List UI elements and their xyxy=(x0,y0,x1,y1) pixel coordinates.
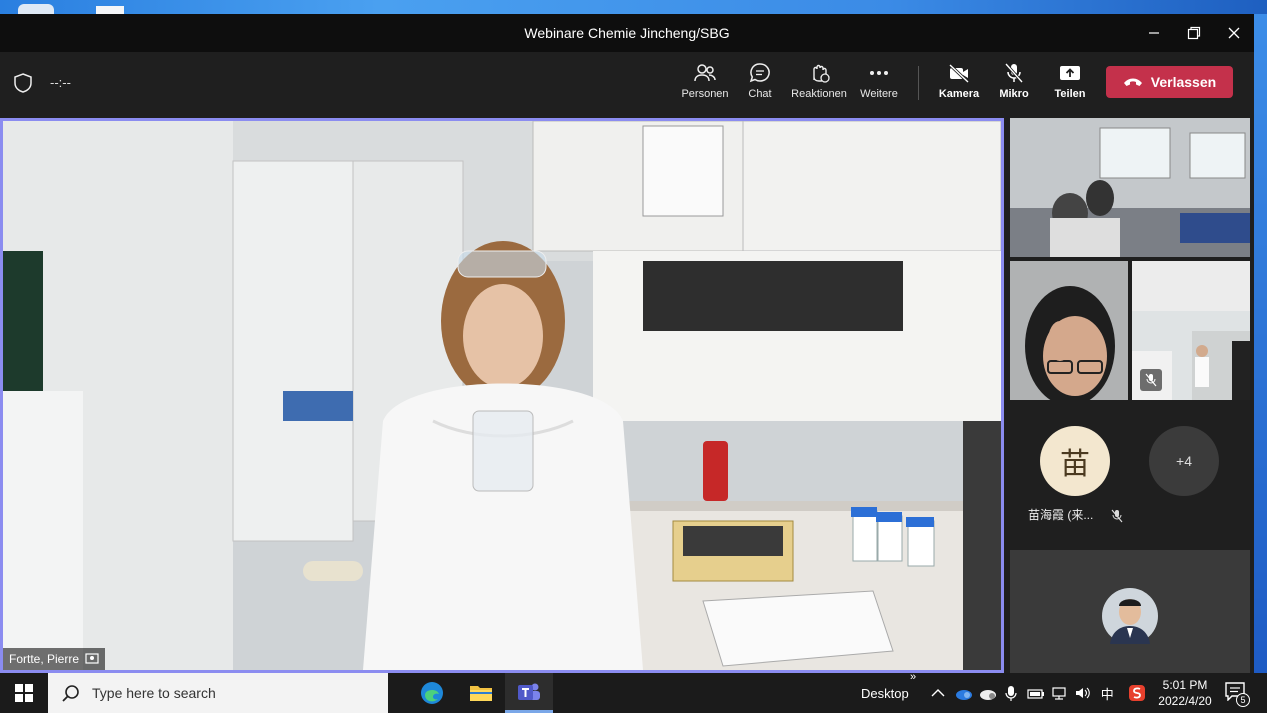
network-icon[interactable] xyxy=(1051,686,1067,700)
participant-video-tile[interactable] xyxy=(1010,118,1250,257)
teams-icon xyxy=(518,683,540,700)
more-icon xyxy=(870,71,888,75)
search-placeholder: Type here to search xyxy=(92,685,216,701)
taskbar-search[interactable]: Type here to search xyxy=(48,673,388,713)
cloud-sync-icon[interactable] xyxy=(955,686,973,700)
hang-up-icon xyxy=(1123,78,1142,86)
notification-count: 5 xyxy=(1236,693,1250,707)
close-button[interactable] xyxy=(1214,14,1254,52)
people-label: Personen xyxy=(681,88,729,100)
chevron-up-icon[interactable] xyxy=(931,688,945,698)
mic-off-icon xyxy=(1145,373,1157,387)
active-speaker-video[interactable]: Fortte, Pierre xyxy=(0,118,1004,673)
taskbar-clock[interactable]: 5:01 PM 2022/4/20 xyxy=(1150,677,1220,709)
meeting-timer: --:-- xyxy=(50,75,71,90)
share-icon xyxy=(1060,66,1080,80)
self-view-tile[interactable] xyxy=(1010,550,1250,673)
shield-icon xyxy=(14,73,32,93)
show-desktop-chevron-icon[interactable]: » xyxy=(910,671,916,683)
avatar xyxy=(1102,588,1158,644)
notification-center-button[interactable]: 5 xyxy=(1224,681,1250,707)
sogou-input-icon[interactable] xyxy=(1128,684,1146,702)
participant-video-tile[interactable] xyxy=(1132,261,1250,400)
onedrive-icon[interactable] xyxy=(979,686,997,700)
restore-icon xyxy=(1187,26,1201,40)
desktop-background xyxy=(0,0,1267,14)
participant-gallery: 苗 苗海霞 (来... +4 xyxy=(1010,118,1250,673)
mic-off-icon xyxy=(1111,509,1123,523)
search-icon xyxy=(62,685,79,702)
more-label: Weitere xyxy=(860,88,898,100)
avatar-initial: 苗 xyxy=(1060,448,1090,481)
chat-label: Chat xyxy=(748,88,772,100)
taskbar-edge[interactable] xyxy=(408,673,456,713)
desktop-background xyxy=(1254,14,1267,673)
clock-date: 2022/4/20 xyxy=(1158,694,1212,708)
minimize-icon xyxy=(1149,32,1159,34)
chat-button[interactable]: Chat xyxy=(730,62,790,100)
desktop-icon[interactable] xyxy=(18,4,54,14)
volume-icon[interactable] xyxy=(1075,686,1091,700)
desktop-toolbar-label[interactable]: Desktop xyxy=(861,686,909,701)
battery-icon[interactable] xyxy=(1027,687,1045,699)
edge-browser-icon xyxy=(421,682,443,704)
mic-off-icon xyxy=(1004,63,1024,83)
more-participants-button[interactable]: +4 xyxy=(1149,426,1219,496)
muted-indicator xyxy=(1140,369,1162,391)
mic-button[interactable]: Mikro xyxy=(984,62,1044,100)
desktop-icon[interactable] xyxy=(96,6,124,14)
restore-button[interactable] xyxy=(1174,14,1214,52)
overflow-count: +4 xyxy=(1176,453,1192,469)
classroom-lab-video xyxy=(1010,118,1250,257)
camera-label: Kamera xyxy=(938,88,980,100)
participant-video-tile[interactable] xyxy=(1010,261,1128,400)
participant-name-text: 苗海霞 (来... xyxy=(1028,508,1094,522)
people-button[interactable]: Personen xyxy=(675,62,735,100)
meeting-toolbar: --:-- Personen Chat Reaktionen Weitere K… xyxy=(0,52,1254,114)
camera-off-icon xyxy=(948,63,970,84)
taskbar-teams[interactable] xyxy=(505,673,553,713)
speaker-name-tag: Fortte, Pierre xyxy=(3,648,106,670)
mic-label: Mikro xyxy=(999,88,1029,100)
toolbar-divider xyxy=(918,66,919,100)
teams-meeting-window: Webinare Chemie Jincheng/SBG --:-- Perso… xyxy=(0,14,1254,673)
participant-avatar[interactable]: 苗 xyxy=(1040,426,1110,496)
reactions-button[interactable]: Reaktionen xyxy=(789,62,849,100)
windows-logo-icon xyxy=(15,684,33,702)
windows-taskbar: Type here to search » Desktop 中 5:01 PM … xyxy=(0,671,1267,713)
participant-name: 苗海霞 (来... xyxy=(1028,506,1123,523)
system-tray: » Desktop 中 xyxy=(850,671,1146,713)
window-title: Webinare Chemie Jincheng/SBG xyxy=(524,25,730,41)
minimize-button[interactable] xyxy=(1134,14,1174,52)
title-bar: Webinare Chemie Jincheng/SBG xyxy=(0,14,1254,52)
start-button[interactable] xyxy=(0,673,48,713)
input-method-indicator[interactable]: 中 xyxy=(1101,684,1114,703)
share-button[interactable]: Teilen xyxy=(1040,62,1100,100)
folder-icon xyxy=(470,686,492,701)
raise-hand-icon xyxy=(813,64,830,83)
people-icon xyxy=(694,64,716,82)
leave-button[interactable]: Verlassen xyxy=(1106,66,1233,98)
more-button[interactable]: Weitere xyxy=(849,62,909,100)
speaker-name: Fortte, Pierre xyxy=(9,652,80,666)
share-label: Teilen xyxy=(1054,88,1086,100)
clock-time: 5:01 PM xyxy=(1162,678,1208,692)
chat-icon xyxy=(749,63,770,83)
lab-video-frame xyxy=(3,121,1001,670)
reactions-label: Reaktionen xyxy=(791,88,847,100)
participant-face-video xyxy=(1010,261,1128,400)
microphone-icon[interactable] xyxy=(1005,685,1017,701)
close-icon xyxy=(1228,27,1240,39)
leave-label: Verlassen xyxy=(1150,74,1217,90)
taskbar-file-explorer[interactable] xyxy=(457,673,505,713)
screen-share-icon xyxy=(85,653,99,664)
camera-button[interactable]: Kamera xyxy=(929,62,989,100)
